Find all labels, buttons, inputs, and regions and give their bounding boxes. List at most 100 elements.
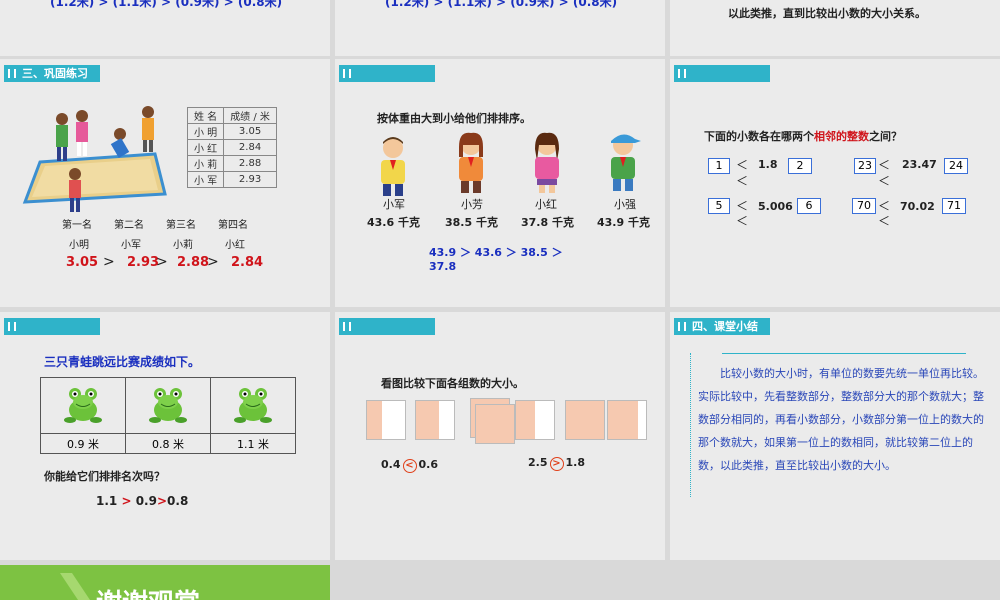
compare-expression: 2.5 >1.8 (528, 456, 585, 471)
decimal-grid (515, 400, 555, 440)
answer-box[interactable]: 1 (708, 158, 730, 174)
answer-line: 43.9 ＞ 43.6 ＞ 38.5 ＞ (429, 246, 563, 259)
section-tag (339, 318, 435, 335)
less-than-sign: ＜ (736, 174, 749, 188)
rank-name: 小明 (69, 240, 89, 251)
sandpit-illustration (22, 106, 167, 212)
score-table: 姓 名 成绩 / 米 小 明 3.05 小 红 2.84 小 莉 2.88 小 军 2.… (186, 107, 277, 188)
rank-name: 小红 (225, 240, 245, 251)
less-than-sign: ＜ (878, 174, 891, 188)
less-than-sign: ＜ (736, 158, 749, 172)
table-row: 小 红 2.84 (186, 139, 277, 156)
comparison-text: (1.2米) > (1.1米) > (0.9米) > (0.8米) (385, 0, 618, 9)
score-value: 2.93 (127, 255, 160, 270)
score-value: 3.05 (66, 255, 99, 270)
section-tag (4, 318, 100, 335)
frog-answer: 1.1 > 0.9>0.8 (96, 494, 189, 508)
less-than-sign: ＜ (878, 214, 891, 228)
question-text: 你能给它们排排名次吗？ (44, 470, 165, 483)
kid-name: 小红 (535, 198, 557, 211)
section-tag (674, 65, 770, 82)
divider-line (690, 353, 692, 497)
slide-integers[interactable]: 下面的小数各在哪两个相邻的整数之间？ 1 ＜ ＜ 1.8 2 23 ＜ ＜ 23… (670, 59, 1000, 307)
table-header: 姓 名 (186, 107, 225, 124)
slide-thanks[interactable]: 谢谢观赏 (0, 565, 330, 600)
decimal-value: 1.8 (758, 158, 778, 171)
highlight-text: 相邻的整数 (814, 130, 869, 143)
slide-grids[interactable]: 看图比较下面各组数的大小。 0.4 <0.6 2.5 >1.8 (335, 312, 665, 560)
slide-title: 三只青蛙跳远比赛成绩如下。 (44, 355, 201, 369)
frog-icon (149, 388, 187, 423)
summary-fragment: 以此类推，直到比较出小数的大小关系。 (728, 7, 926, 20)
answer-box[interactable]: 2 (788, 158, 812, 174)
frog-icon (64, 388, 102, 423)
decimal-grid (565, 400, 605, 440)
rank-label: 第四名 (218, 220, 248, 231)
answer-box[interactable]: 71 (942, 198, 966, 214)
score-value: 2.88 (177, 255, 210, 270)
answer-line: 37.8 (429, 260, 457, 273)
decimal-grid (475, 404, 515, 444)
score-value: 2.84 (231, 255, 264, 270)
kid-figure (611, 134, 641, 191)
kid-weight: 43.6 千克 (367, 216, 420, 229)
slide-blank[interactable] (335, 565, 1000, 600)
frog-cell (40, 377, 126, 434)
decimal-grid (415, 400, 455, 440)
rank-name: 小军 (121, 240, 141, 251)
kid-name: 小军 (383, 198, 405, 211)
section-tag: 三、巩固练习 (4, 65, 100, 82)
decimal-grid (607, 400, 647, 440)
decimal-grid (366, 400, 406, 440)
answer-box[interactable]: 24 (944, 158, 968, 174)
thanks-title: 谢谢观赏 (96, 583, 200, 600)
kid-weight: 43.9 千克 (597, 216, 650, 229)
frog-distance: 1.1 米 (210, 433, 296, 454)
section-tag: 四、课堂小结 (674, 318, 770, 335)
table-row: 小 莉 2.88 (186, 155, 277, 172)
slide-weight[interactable]: 按体重由大到小给他们排排序。 小军 小芳 小红 小强 43.6 千克 38.5 … (335, 59, 665, 307)
kid-name: 小强 (614, 198, 636, 211)
decimal-value: 23.47 (902, 158, 937, 171)
answer-box[interactable]: 5 (708, 198, 730, 214)
table-row: 小 明 3.05 (186, 123, 277, 140)
answer-box[interactable]: 23 (854, 158, 876, 174)
compare-expression: 0.4 <0.6 (381, 458, 438, 473)
less-than-sign: ＜ (736, 214, 749, 228)
rank-name: 小莉 (173, 240, 193, 251)
greater-sign: > (207, 254, 219, 270)
kid-figure (535, 132, 559, 193)
slide-practice[interactable]: 三、巩固练习 姓 名 成绩 / 米 小 明 3.05 小 红 2.84 小 莉 2.8… (0, 59, 330, 307)
instruction-text: 看图比较下面各组数的大小。 (381, 377, 524, 390)
section-tag (339, 65, 435, 82)
decimal-value: 5.006 (758, 200, 793, 213)
rank-label: 第三名 (166, 220, 196, 231)
answer-box[interactable]: 6 (797, 198, 821, 214)
question-text: 下面的小数各在哪两个相邻的整数之间？ (704, 130, 902, 143)
frog-distance: 0.9 米 (40, 433, 126, 454)
kid-figure (381, 137, 405, 196)
slide-top-1[interactable]: (1.2米) > (1.1米) > (0.9米) > (0.8米) (0, 0, 330, 56)
divider-line (722, 353, 966, 354)
slide-top-3[interactable]: 以此类推，直到比较出小数的大小关系。 (670, 0, 1000, 56)
answer-box[interactable]: 70 (852, 198, 876, 214)
slide-frogs[interactable]: 三只青蛙跳远比赛成绩如下。 0.9 米 0.8 米 1.1 米 你能给它们排排名… (0, 312, 330, 560)
frog-distance: 0.8 米 (125, 433, 211, 454)
rank-label: 第二名 (114, 220, 144, 231)
less-than-sign: ＜ (878, 158, 891, 172)
greater-sign: > (156, 254, 168, 270)
comparison-text: (1.2米) > (1.1米) > (0.9米) > (0.8米) (50, 0, 283, 9)
greater-sign: > (103, 254, 115, 270)
frog-cell (125, 377, 211, 434)
frog-cell (210, 377, 296, 434)
instruction-text: 按体重由大到小给他们排排序。 (377, 112, 531, 125)
kid-weight: 38.5 千克 (445, 216, 498, 229)
slide-top-2[interactable]: (1.2米) > (1.1米) > (0.9米) > (0.8米) (335, 0, 665, 56)
rank-label: 第一名 (62, 220, 92, 231)
kid-weight: 37.8 千克 (521, 216, 574, 229)
decimal-value: 70.02 (900, 200, 935, 213)
table-row: 小 军 2.93 (186, 171, 277, 188)
slide-summary[interactable]: 四、课堂小结 比较小数的大小时，有单位的数要先统一单位再比较。实际比较中，先看整… (670, 312, 1000, 560)
frog-table: 0.9 米 0.8 米 1.1 米 (40, 377, 296, 454)
frog-icon (234, 388, 272, 423)
